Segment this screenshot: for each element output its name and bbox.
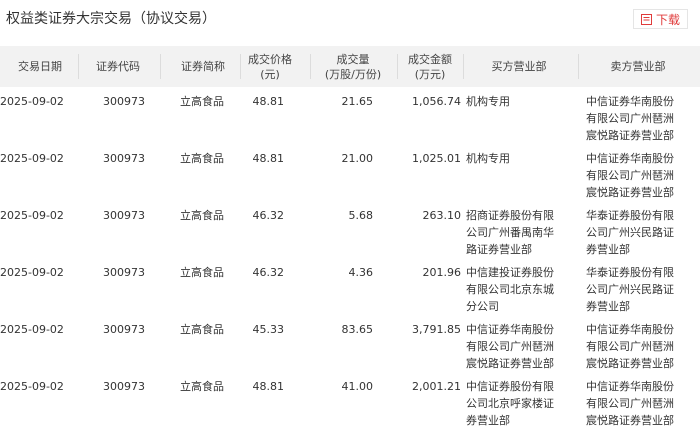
buyer-branch-cell: 招商证券股份有限 公司广州番禺南华 路证券营业部 <box>466 209 554 256</box>
security-code-cell: 300973 <box>103 380 145 393</box>
buyer-branch-cell: 中信证券股份有限 公司北京呼家楼证 券营业部 <box>466 380 554 427</box>
download-button[interactable]: 下载 <box>633 9 688 29</box>
column-divider <box>160 54 161 79</box>
price-cell: 48.81 <box>252 95 285 108</box>
column-divider <box>397 54 398 79</box>
page-title: 权益类证券大宗交易（协议交易） <box>6 11 216 27</box>
column-divider <box>310 54 311 79</box>
column-divider <box>78 54 79 79</box>
download-file-icon <box>640 13 652 25</box>
buyer-branch-cell: 中信建投证券股份 有限公司北京东城 分公司 <box>466 266 554 313</box>
security-name-cell: 立高食品 <box>180 266 224 279</box>
column-header-6: 成交金额 (万元) <box>408 52 452 81</box>
column-header-4: 成交价格 (元) <box>248 52 292 81</box>
seller-branch-cell: 中信证券华南股份 有限公司广州琶洲 宸悦路证券营业部 <box>586 323 674 370</box>
seller-branch-cell: 中信证券华南股份 有限公司广州琶洲 宸悦路证券营业部 <box>586 95 674 142</box>
security-name-cell: 立高食品 <box>180 380 224 393</box>
column-divider <box>463 54 464 79</box>
seller-branch-cell: 中信证券华南股份 有限公司广州琶洲 宸悦路证券营业部 <box>586 380 674 427</box>
table-header: 交易日期 证券代码 证券简称 成交价格 (元) 成交量 (万股/万份) 成交金额 (万元) 买方营… <box>0 46 700 87</box>
volume-cell: 5.68 <box>348 209 374 222</box>
amount-cell: 1,056.74 <box>412 95 461 108</box>
trade-date-cell: 2025-09-02 <box>0 323 64 336</box>
trade-date-cell: 2025-09-02 <box>0 266 64 279</box>
download-label: 下载 <box>655 12 680 27</box>
security-code-cell: 300973 <box>103 323 145 336</box>
volume-cell: 21.65 <box>341 95 374 108</box>
table-row: 2025-09-02 300973 立高食品 46.32 4.36 201.96 中信建投证… <box>0 258 700 315</box>
volume-cell: 83.65 <box>341 323 374 336</box>
amount-cell: 201.96 <box>422 266 462 279</box>
security-code-cell: 300973 <box>103 152 145 165</box>
seller-branch-cell: 华泰证券股份有限 公司广州兴民路证 券营业部 <box>586 209 674 256</box>
price-cell: 48.81 <box>252 380 285 393</box>
amount-cell: 3,791.85 <box>412 323 461 336</box>
price-cell: 45.33 <box>252 323 285 336</box>
amount-cell: 2,001.21 <box>412 380 461 393</box>
table-row: 2025-09-02 300973 立高食品 48.81 21.00 1,025.01 机构… <box>0 144 700 201</box>
amount-cell: 1,025.01 <box>412 152 461 165</box>
table-row: 2025-09-02 300973 立高食品 45.33 83.65 3,791.85 中信… <box>0 315 700 372</box>
buyer-branch-cell: 机构专用 <box>466 152 510 165</box>
amount-cell: 263.10 <box>422 209 462 222</box>
table-row: 2025-09-02 300973 立高食品 48.81 21.65 1,056.74 机构… <box>0 87 700 144</box>
trade-date-cell: 2025-09-02 <box>0 95 64 108</box>
column-divider <box>578 54 579 79</box>
security-name-cell: 立高食品 <box>180 209 224 222</box>
table-row: 2025-09-02 300973 立高食品 48.81 41.00 2,001.21 中信… <box>0 372 700 429</box>
trade-date-cell: 2025-09-02 <box>0 152 64 165</box>
security-name-cell: 立高食品 <box>180 323 224 336</box>
column-divider <box>240 54 241 79</box>
trade-date-cell: 2025-09-02 <box>0 380 64 393</box>
price-cell: 46.32 <box>252 266 285 279</box>
volume-cell: 21.00 <box>341 152 374 165</box>
column-header-2: 证券代码 <box>96 60 140 73</box>
seller-branch-cell: 中信证券华南股份 有限公司广州琶洲 宸悦路证券营业部 <box>586 152 674 199</box>
column-header-8: 卖方营业部 <box>610 60 666 73</box>
column-header-7: 买方营业部 <box>491 60 547 73</box>
buyer-branch-cell: 中信证券华南股份 有限公司广州琶洲 宸悦路证券营业部 <box>466 323 554 370</box>
price-cell: 46.32 <box>252 209 285 222</box>
security-name-cell: 立高食品 <box>180 152 224 165</box>
security-code-cell: 300973 <box>103 266 145 279</box>
price-cell: 48.81 <box>252 152 285 165</box>
security-code-cell: 300973 <box>103 95 145 108</box>
volume-cell: 41.00 <box>341 380 374 393</box>
volume-cell: 4.36 <box>348 266 374 279</box>
trade-date-cell: 2025-09-02 <box>0 209 64 222</box>
security-name-cell: 立高食品 <box>180 95 224 108</box>
security-code-cell: 300973 <box>103 209 145 222</box>
buyer-branch-cell: 机构专用 <box>466 95 510 108</box>
table-row: 2025-09-02 300973 立高食品 46.32 5.68 263.10 招商证券股… <box>0 201 700 258</box>
seller-branch-cell: 华泰证券股份有限 公司广州兴民路证 券营业部 <box>586 266 674 313</box>
